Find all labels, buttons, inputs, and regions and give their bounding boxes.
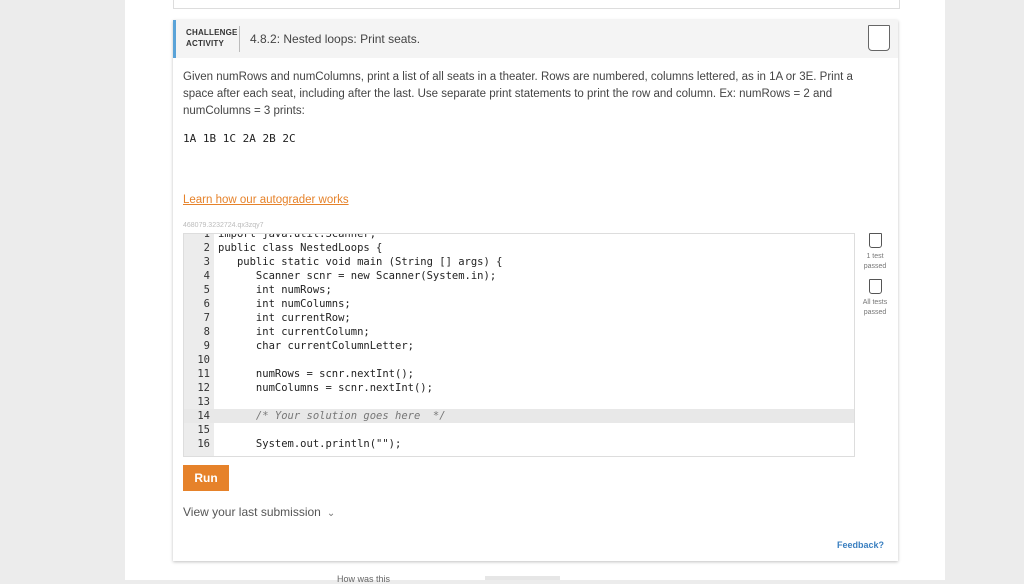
test-status-all: All tests passed xyxy=(855,279,895,318)
line-number: 7 xyxy=(203,312,210,324)
run-button[interactable]: Run xyxy=(183,465,229,491)
code-text[interactable]: int currentColumn; xyxy=(218,325,370,339)
activity-title: 4.8.2: Nested loops: Print seats. xyxy=(250,32,421,46)
line-number: 4 xyxy=(203,270,210,282)
test-status-icon xyxy=(868,233,882,248)
line-number: 14 xyxy=(197,410,210,422)
page-column: CHALLENGE ACTIVITY 4.8.2: Nested loops: … xyxy=(125,0,945,584)
line-number: 3 xyxy=(203,256,210,268)
code-id: 468079.3232724.qx3zqy7 xyxy=(183,222,264,229)
code-text[interactable]: int numRows; xyxy=(218,283,332,297)
feedback-link[interactable]: Feedback? xyxy=(837,540,884,550)
line-number: 13 xyxy=(197,396,210,408)
view-last-submission[interactable]: View your last submission ⌄ xyxy=(183,505,335,519)
code-line[interactable]: 2 public class NestedLoops { xyxy=(184,241,854,255)
code-text[interactable]: /* Your solution goes here */ xyxy=(218,409,446,423)
line-number: 6 xyxy=(203,298,210,310)
code-line[interactable]: 8 int currentColumn; xyxy=(184,325,854,339)
code-text[interactable]: System.out.println(""); xyxy=(218,437,401,451)
test-status-label: 1 test xyxy=(866,253,884,260)
header-divider xyxy=(239,26,240,52)
line-number: 11 xyxy=(197,368,210,380)
example-output: 1A 1B 1C 2A 2B 2C xyxy=(183,132,296,145)
code-line[interactable]: 3 public static void main (String [] arg… xyxy=(184,255,854,269)
line-number: 12 xyxy=(197,382,210,394)
badge-line-2: ACTIVITY xyxy=(186,39,225,48)
next-section-text: How was this xyxy=(337,574,391,584)
code-line[interactable]: 14 /* Your solution goes here */ xyxy=(184,409,854,423)
all-tests-label: passed xyxy=(863,309,887,316)
challenge-activity-card: CHALLENGE ACTIVITY 4.8.2: Nested loops: … xyxy=(173,20,898,561)
code-text[interactable]: Scanner scnr = new Scanner(System.in); xyxy=(218,269,496,283)
activity-header: CHALLENGE ACTIVITY 4.8.2: Nested loops: … xyxy=(173,20,898,58)
code-line[interactable]: 9 char currentColumnLetter; xyxy=(184,339,854,353)
code-line[interactable]: 12 numColumns = scnr.nextInt(); xyxy=(184,381,854,395)
learn-autograder-link[interactable]: Learn how our autograder works xyxy=(183,194,349,206)
code-line[interactable]: 5 int numRows; xyxy=(184,283,854,297)
code-text[interactable]: import java.util.Scanner; xyxy=(218,234,376,241)
line-number: 1 xyxy=(203,233,210,240)
code-line[interactable]: 11 numRows = scnr.nextInt(); xyxy=(184,367,854,381)
code-line[interactable]: 4 Scanner scnr = new Scanner(System.in); xyxy=(184,269,854,283)
chevron-down-icon: ⌄ xyxy=(326,508,336,519)
completion-badge-icon xyxy=(868,25,890,51)
line-number: 15 xyxy=(197,424,210,436)
line-number: 9 xyxy=(203,340,210,352)
code-text[interactable]: numRows = scnr.nextInt(); xyxy=(218,367,414,381)
code-text[interactable]: public class NestedLoops { xyxy=(218,241,382,255)
line-number: 5 xyxy=(203,284,210,296)
problem-description: Given numRows and numColumns, print a li… xyxy=(183,71,853,117)
code-line[interactable]: 10 xyxy=(184,353,854,367)
code-line[interactable]: 13 xyxy=(184,395,854,409)
code-editor[interactable]: 1 import java.util.Scanner; 2 public class … xyxy=(183,233,855,457)
test-status-label: passed xyxy=(863,263,887,270)
line-number: 16 xyxy=(197,438,210,450)
line-number: 10 xyxy=(197,354,210,366)
next-section-bar xyxy=(485,576,560,580)
code-line[interactable]: 1 import java.util.Scanner; xyxy=(184,233,854,241)
code-text[interactable]: char currentColumnLetter; xyxy=(218,339,414,353)
line-number: 2 xyxy=(203,242,210,254)
code-line[interactable]: 15 xyxy=(184,423,854,437)
code-text[interactable]: int currentRow; xyxy=(218,311,351,325)
all-tests-label: All tests xyxy=(862,299,888,306)
code-text[interactable]: public static void main (String [] args)… xyxy=(218,255,503,269)
previous-card xyxy=(173,0,900,9)
test-status-1: 1 test passed xyxy=(855,233,895,272)
code-line[interactable]: 16 System.out.println(""); xyxy=(184,437,854,451)
code-line[interactable]: 7 int currentRow; xyxy=(184,311,854,325)
activity-badge: CHALLENGE ACTIVITY xyxy=(186,27,238,49)
code-line[interactable]: 6 int numColumns; xyxy=(184,297,854,311)
all-tests-status-icon xyxy=(868,279,882,294)
badge-line-1: CHALLENGE xyxy=(186,28,238,37)
view-submission-label: View your last submission xyxy=(183,505,321,519)
line-number: 8 xyxy=(203,326,210,338)
code-text[interactable]: int numColumns; xyxy=(218,297,351,311)
code-text[interactable]: numColumns = scnr.nextInt(); xyxy=(218,381,433,395)
